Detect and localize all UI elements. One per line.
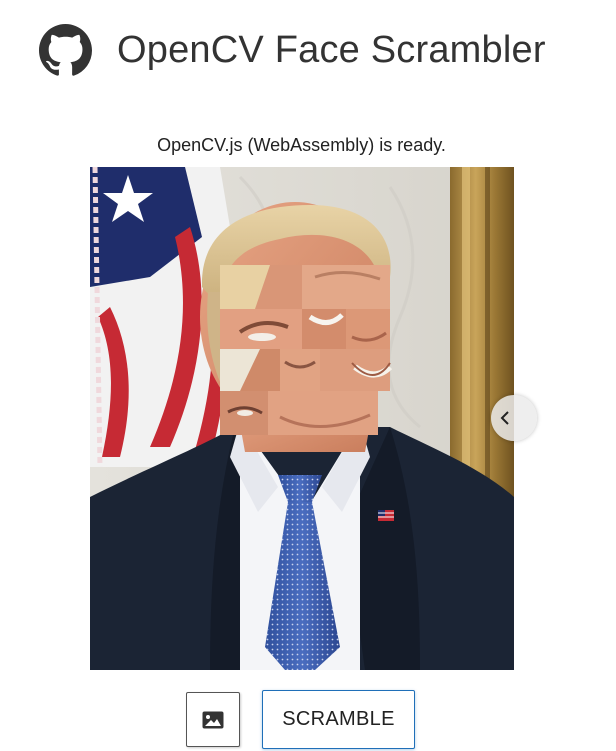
chevron-left-icon (500, 411, 509, 425)
face-tiles (220, 265, 393, 435)
page: OpenCV Face Scrambler OpenCV.js (WebAsse… (0, 0, 616, 751)
image-icon (202, 711, 224, 728)
controls: SCRAMBLE (186, 690, 415, 749)
side-drawer-handle[interactable] (491, 395, 537, 441)
github-icon (39, 23, 92, 76)
scramble-button[interactable]: SCRAMBLE (262, 690, 415, 749)
status-message: OpenCV.js (WebAssembly) is ready. (157, 135, 446, 155)
github-link[interactable] (39, 23, 92, 77)
page-title: OpenCV Face Scrambler (117, 29, 546, 71)
scrambled-image-canvas (90, 167, 514, 670)
scrambled-portrait (90, 167, 514, 670)
header: OpenCV Face Scrambler (39, 22, 546, 78)
choose-image-button[interactable] (186, 692, 240, 747)
